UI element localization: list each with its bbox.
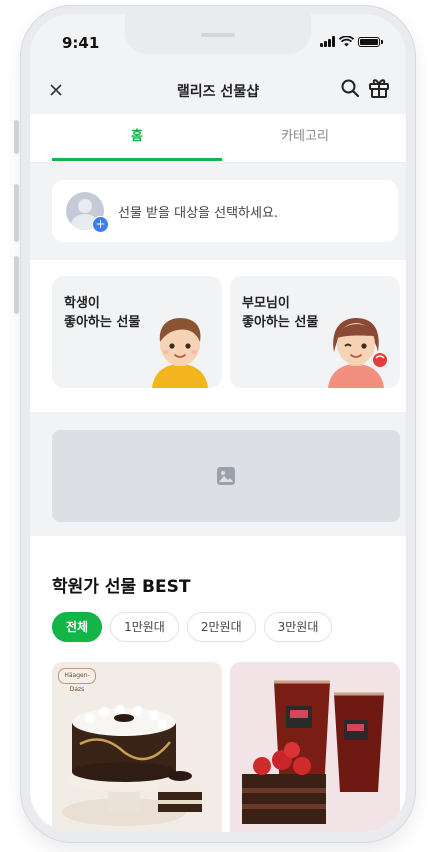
- notch-speaker: [201, 33, 235, 37]
- recipient-select-button[interactable]: + 선물 받을 대상을 선택하세요.: [52, 180, 398, 242]
- best-section-title: 학원가 선물 BEST: [52, 577, 191, 597]
- parents-gift-card[interactable]: 부모님이 좋아하는 선물: [230, 276, 400, 388]
- image-placeholder-icon: [217, 467, 235, 485]
- product-card-cake[interactable]: Häagen-Dazs: [52, 662, 222, 832]
- gift-icon: [369, 79, 389, 98]
- phone-mute-switch: [14, 120, 19, 154]
- tab-bar: 홈 카테고리: [30, 114, 406, 163]
- chip-30k[interactable]: 3만원대: [263, 612, 333, 642]
- chip-20k[interactable]: 2만원대: [186, 612, 256, 642]
- product-card-drinks[interactable]: [230, 662, 400, 832]
- phone-screen: 9:41 랠리즈 선물샵 홈 카테고리 + 선물 받을 대상을 선택하세요. 학…: [30, 14, 406, 832]
- student-character-icon: [152, 318, 208, 388]
- student-gift-card[interactable]: 학생이 좋아하는 선물: [52, 276, 222, 388]
- price-filter-chips: 전체 1만원대 2만원대 3만원대: [52, 612, 333, 642]
- chip-all[interactable]: 전체: [52, 612, 103, 642]
- student-gift-label: 학생이 좋아하는 선물: [64, 296, 141, 330]
- wifi-icon: [339, 36, 354, 47]
- status-icons: [320, 36, 383, 47]
- plus-icon: +: [92, 216, 109, 233]
- phone-notch: [125, 14, 311, 54]
- phone-volume-down: [14, 256, 19, 314]
- signal-icon: [320, 36, 335, 47]
- gift-button[interactable]: [368, 77, 390, 103]
- search-icon: [341, 79, 360, 98]
- tab-category[interactable]: 카테고리: [220, 114, 390, 160]
- app-header: 랠리즈 선물샵: [30, 66, 406, 114]
- search-button[interactable]: [340, 78, 360, 102]
- recipient-prompt: 선물 받을 대상을 선택하세요.: [118, 206, 279, 221]
- battery-icon: [358, 36, 383, 47]
- phone-volume-up: [14, 184, 19, 242]
- status-time: 9:41: [62, 34, 100, 52]
- parents-gift-label: 부모님이 좋아하는 선물: [242, 296, 319, 330]
- best-gifts-section: 학원가 선물 BEST 전체 1만원대 2만원대 3만원대 Häagen-Daz…: [30, 536, 406, 832]
- cake-image: [62, 705, 202, 826]
- chip-10k[interactable]: 1만원대: [110, 612, 179, 642]
- tab-home[interactable]: 홈: [52, 114, 222, 161]
- drinks-cake-image: [242, 680, 384, 824]
- parent-character-icon: [328, 318, 387, 388]
- banner-image-placeholder[interactable]: [52, 430, 400, 522]
